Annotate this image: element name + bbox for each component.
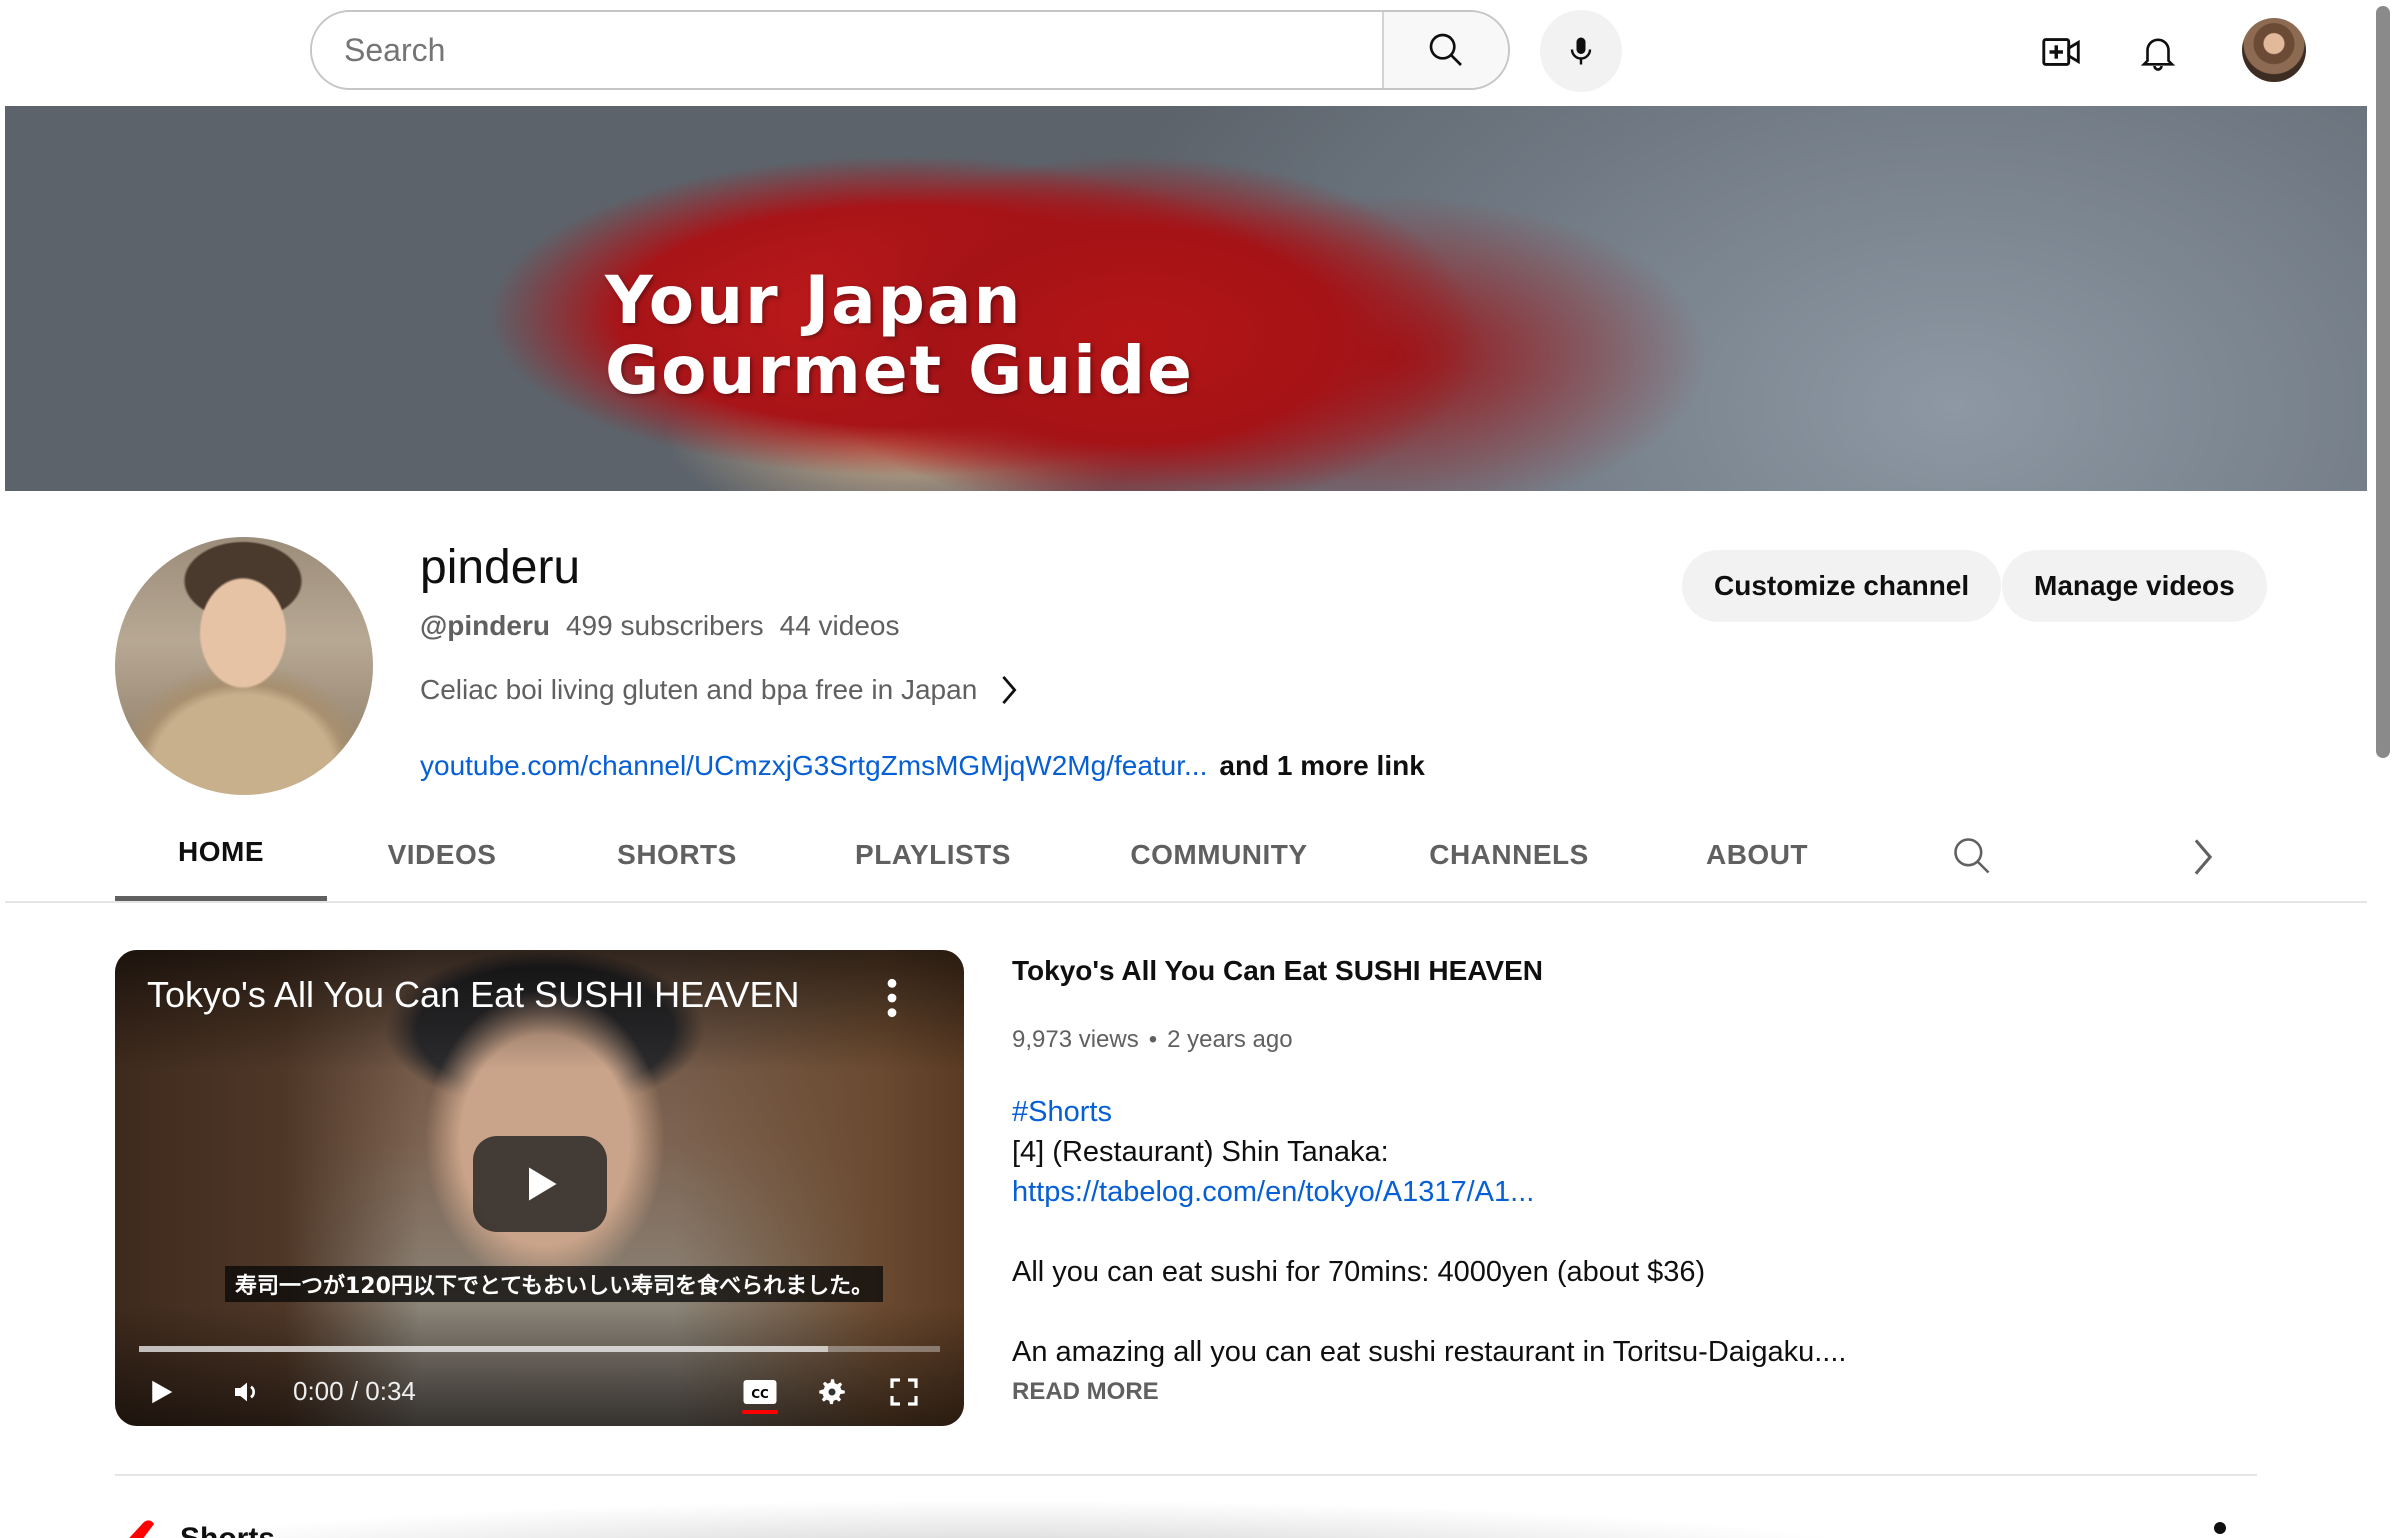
time-display: 0:00 / 0:34 [293, 1376, 416, 1406]
search-icon [1429, 33, 1462, 66]
description-url-link[interactable]: https://tabelog.com/en/tokyo/A1317/A1... [1012, 1172, 2012, 1212]
shorts-logo-icon [129, 1520, 154, 1538]
play-icon [152, 1380, 173, 1404]
captions-button[interactable]: CC [739, 1370, 781, 1414]
read-more-button[interactable]: READ MORE [1012, 1378, 1159, 1406]
video-count: 44 videos [779, 610, 900, 641]
scrollbar-thumb[interactable] [2376, 6, 2390, 758]
progress-buffered [139, 1346, 828, 1352]
more-links-button[interactable]: and 1 more link [1219, 750, 1424, 782]
channel-description-text: Celiac boi living gluten and bpa free in… [420, 674, 978, 705]
description-line: [4] (Restaurant) Shin Tanaka: [1012, 1136, 1389, 1168]
tab-shorts[interactable]: SHORTS [557, 818, 797, 892]
notifications-bell-icon [2140, 38, 2176, 71]
channel-search-icon[interactable] [1950, 834, 1994, 878]
channel-name: pinderu [420, 541, 581, 594]
search-button[interactable] [1382, 12, 1508, 88]
subscriber-count: 499 subscribers [565, 610, 764, 641]
channel-banner: Your Japan Gourmet Guide [5, 106, 2367, 491]
create-video-icon [2042, 38, 2080, 66]
svg-text:CC: CC [751, 1387, 769, 1401]
caption-text: 寿司一つが120円以下でとてもおいしい寿司を食べられました。 [225, 1266, 884, 1302]
mic-icon [1570, 37, 1592, 65]
channel-links: youtube.com/channel/UCmzxjG3SrtgZmsMGMjq… [420, 750, 1425, 782]
description-line: An amazing all you can eat sushi restaur… [1012, 1336, 1847, 1368]
tab-channels[interactable]: CHANNELS [1369, 818, 1649, 892]
channel-link[interactable]: youtube.com/channel/UCmzxjG3SrtgZmsMGMjq… [420, 750, 1207, 782]
account-avatar[interactable] [2242, 18, 2306, 82]
captions-icon: CC [743, 1380, 777, 1404]
volume-icon [235, 1382, 255, 1402]
more-vert-icon[interactable] [877, 976, 907, 1020]
view-count: 9,973 views [1012, 1026, 1139, 1053]
featured-video-description: #Shorts [4] (Restaurant) Shin Tanaka: ht… [1012, 1092, 2012, 1372]
create-button[interactable] [2032, 22, 2092, 82]
channel-description[interactable]: Celiac boi living gluten and bpa free in… [420, 674, 1019, 706]
progress-bar[interactable] [139, 1346, 940, 1352]
tab-about[interactable]: ABOUT [1649, 818, 1865, 892]
gear-icon [819, 1379, 845, 1405]
customize-channel-button[interactable]: Customize channel [1682, 550, 2002, 622]
channel-tabs: HOME VIDEOS SHORTS PLAYLISTS COMMUNITY C… [115, 818, 1865, 902]
chevron-right-icon [1002, 675, 1017, 705]
tab-home[interactable]: HOME [115, 818, 327, 902]
channel-avatar[interactable] [115, 537, 373, 795]
play-icon [529, 1167, 557, 1201]
banner-title-line1: Your Japan [605, 262, 1023, 339]
top-bar [0, 0, 2395, 104]
search-input[interactable] [312, 12, 1382, 88]
tabs-divider [5, 901, 2367, 903]
play-button[interactable] [139, 1370, 183, 1414]
settings-button[interactable] [811, 1370, 853, 1414]
section-divider [115, 1474, 2257, 1476]
big-play-button[interactable] [473, 1136, 607, 1232]
player-title[interactable]: Tokyo's All You Can Eat SUSHI HEAVEN [147, 974, 800, 1016]
banner-title-line2: Gourmet Guide [605, 332, 1194, 409]
notifications-button[interactable] [2128, 22, 2188, 82]
manage-videos-button[interactable]: Manage videos [2002, 550, 2267, 622]
captions-active-indicator [742, 1410, 778, 1414]
page-scrollbar[interactable] [2372, 0, 2395, 1538]
description-line: All you can eat sushi for 70mins: 4000ye… [1012, 1256, 1706, 1288]
voice-search-button[interactable] [1540, 10, 1622, 92]
upload-age: 2 years ago [1167, 1026, 1293, 1053]
featured-video-stats: 9,973 views • 2 years ago [1012, 1026, 1293, 1054]
banner-title: Your Japan Gourmet Guide [605, 266, 1194, 406]
hashtag-link[interactable]: #Shorts [1012, 1092, 2012, 1132]
featured-video-player[interactable]: Tokyo's All You Can Eat SUSHI HEAVEN 寿司一… [115, 950, 964, 1426]
tabs-next-chevron-icon[interactable] [2186, 838, 2220, 876]
shelf-shadow [0, 1500, 2372, 1538]
tab-community[interactable]: COMMUNITY [1069, 818, 1369, 892]
shorts-section-title: Shorts [180, 1522, 275, 1538]
more-vert-icon[interactable] [2210, 1518, 2230, 1538]
tab-videos[interactable]: VIDEOS [327, 818, 557, 892]
stats-separator: • [1148, 1026, 1158, 1053]
search-box [310, 10, 1510, 90]
channel-meta: @pinderu 499 subscribers 44 videos [420, 610, 900, 642]
featured-video-title[interactable]: Tokyo's All You Can Eat SUSHI HEAVEN [1012, 955, 1543, 987]
fullscreen-button[interactable] [883, 1370, 925, 1414]
fullscreen-icon [890, 1378, 918, 1406]
tab-playlists[interactable]: PLAYLISTS [797, 818, 1069, 892]
volume-button[interactable] [225, 1370, 269, 1414]
channel-handle: @pinderu [420, 610, 550, 641]
